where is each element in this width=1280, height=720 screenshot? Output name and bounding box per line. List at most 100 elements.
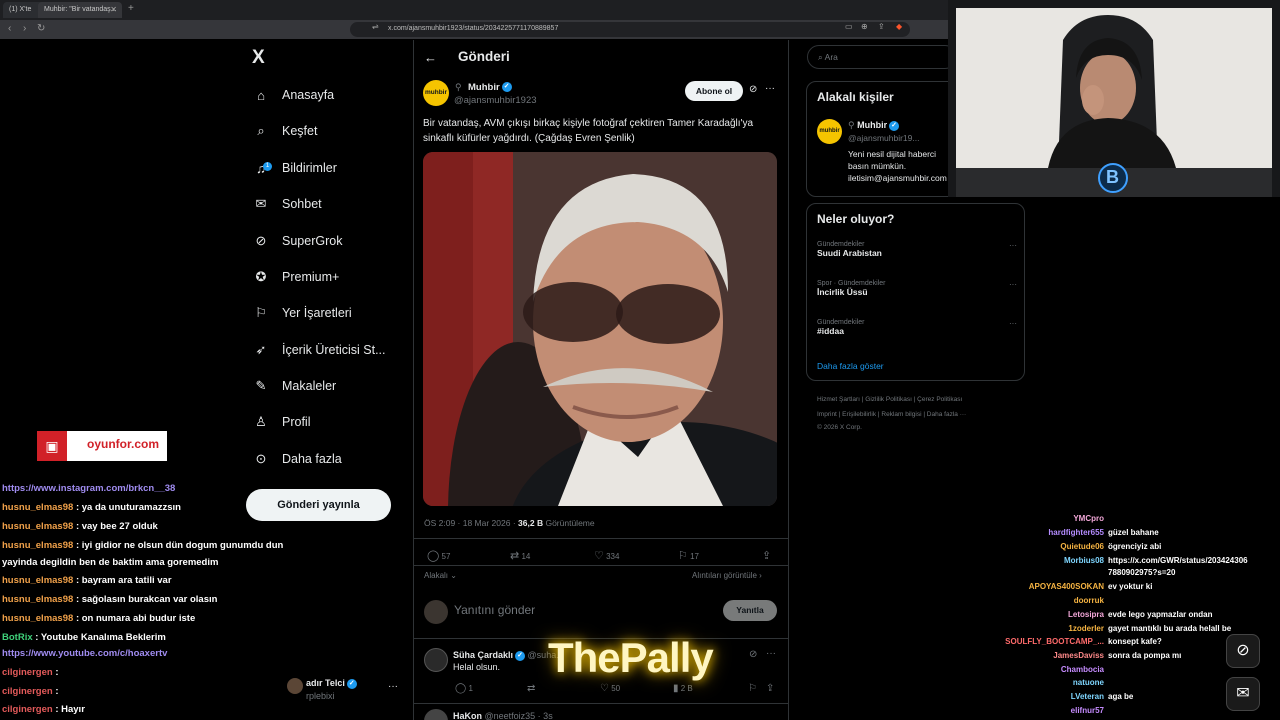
browser-tab-muhbir[interactable]: Muhbir: "Bir vatandaş... ✕ [38, 2, 122, 18]
related-avatar[interactable]: muhbir [817, 119, 842, 144]
nav-item-creator-studio[interactable]: ➶ İçerik Üreticisi St... [252, 338, 386, 362]
chat-user: husnu_elmas98 [2, 613, 74, 624]
cast-icon[interactable]: ▭ [845, 22, 853, 31]
trend-item[interactable]: Gündemdekiler #iddaa ··· [817, 319, 1017, 336]
chat-user: hardfighter655 [1048, 528, 1104, 537]
related-name[interactable]: ⚲ Muhbir ✓ [848, 120, 900, 131]
post-button[interactable]: Gönderi yayınla [246, 489, 391, 521]
nav-item-profile[interactable]: ♙ Profil [252, 410, 310, 434]
post-time[interactable]: ÖS 2:09 · 18 Mar 2026 · [424, 518, 516, 528]
nav-item-articles[interactable]: ✎ Makaleler [252, 374, 337, 398]
grok-icon[interactable]: ⊘ [749, 649, 757, 660]
chat-user: Chambocia [1060, 665, 1104, 674]
author-avatar[interactable]: muhbir [423, 80, 449, 106]
chat-message: https://www.instagram.com/brkcn__38 [2, 483, 175, 494]
url-text: x.com/ajansmuhbir1923/status/20342257711… [388, 25, 559, 32]
chat-link[interactable]: https://www.youtube.com/c/hoaxertv [2, 648, 167, 659]
affiliate-icon: ⚲ [848, 120, 858, 130]
reply-button[interactable]: Yanıtla [723, 600, 777, 621]
back-arrow-icon[interactable]: ← [424, 50, 437, 65]
card-title: Neler oluyor? [817, 212, 895, 226]
share-icon[interactable]: ⇪ [762, 549, 771, 562]
nav-item-notifications[interactable]: ♫ 1 Bildirimler [252, 156, 337, 180]
site-info-icon[interactable]: ⇌ [372, 22, 379, 31]
address-bar[interactable]: x.com/ajansmuhbir1923/status/20342257711… [350, 22, 910, 37]
nav-item-more[interactable]: ⊙ Daha fazla [252, 447, 342, 471]
sort-dropdown[interactable]: Alakalı ⌄ [424, 571, 457, 580]
more-dots-icon[interactable]: ··· [388, 681, 398, 692]
more-dots-icon[interactable]: ··· [1009, 241, 1017, 250]
zoom-icon[interactable]: ⊕ [861, 22, 868, 31]
grok-icon[interactable]: ⊘ [749, 84, 757, 95]
nav-item-explore[interactable]: ⌕ Keşfet [252, 119, 317, 143]
chat-message: husnu_elmas98 : vay bee 27 olduk [2, 521, 158, 532]
more-dots-icon[interactable]: ··· [765, 83, 775, 94]
reply-author-name-text: Süha Çardaklı [453, 650, 514, 660]
bookmark-action[interactable]: ⚐ 17 [678, 549, 699, 562]
views-action[interactable]: ▮ 2 B [673, 683, 693, 694]
heart-icon: ♡ [600, 683, 609, 694]
nav-item-label: Premium+ [282, 270, 340, 284]
grok-button[interactable]: ⊘ [1226, 634, 1260, 668]
reply-author-avatar[interactable] [424, 648, 448, 672]
messages-button[interactable]: ✉ [1226, 677, 1260, 711]
reload-icon[interactable]: ↻ [37, 23, 45, 34]
brave-shield-icon[interactable]: ◆ [896, 22, 902, 31]
streamer-watermark: ThePally [548, 634, 714, 681]
footer-links[interactable]: Imprint | Erişilebilirlik | Reklam bilgi… [817, 411, 966, 418]
chat-text: : [55, 686, 59, 697]
nav-item-label: Daha fazla [282, 452, 342, 466]
show-more-link[interactable]: Daha fazla göster [817, 361, 884, 371]
share-icon[interactable]: ⇪ [878, 22, 885, 31]
like-count: 334 [606, 552, 620, 561]
share-icon[interactable]: ⇪ [766, 683, 774, 694]
more-dots-icon[interactable]: ··· [1009, 319, 1017, 328]
author-handle[interactable]: @ajansmuhbir1923 [454, 95, 537, 106]
trend-item[interactable]: Spor · Gündemdekiler İncirlik Üssü ··· [817, 280, 1017, 297]
more-dots-icon[interactable]: ··· [1009, 280, 1017, 289]
trend-item[interactable]: Gündemdekiler Suudi Arabistan ··· [817, 241, 1017, 258]
forward-arrow-icon[interactable]: › [23, 23, 26, 34]
bookmark-icon[interactable]: ⚐ [748, 683, 757, 694]
account-avatar[interactable] [287, 678, 303, 694]
like-action[interactable]: ♡ 334 [594, 549, 619, 562]
reply-action[interactable]: ◯ 57 [427, 549, 450, 562]
trend-name: Suudi Arabistan [817, 248, 882, 258]
reply-author-avatar[interactable] [424, 709, 448, 720]
column-divider [788, 40, 789, 720]
reply-input[interactable]: Yanıtını gönder [454, 603, 535, 617]
account-name-text: adır Telci [306, 678, 345, 688]
nav-item-bookmarks[interactable]: ⚐ Yer İşaretleri [252, 301, 352, 325]
repost-action[interactable]: ⇄ 14 [510, 549, 530, 562]
author-name[interactable]: Muhbir ✓ [468, 82, 512, 93]
reply-action[interactable]: ◯ 1 [455, 683, 473, 694]
post-meta: ÖS 2:09 · 18 Mar 2026 · 36,2 B Görüntüle… [424, 518, 595, 528]
new-tab-button[interactable]: + [128, 3, 134, 14]
nav-item-supergrok[interactable]: ⊘ SuperGrok [252, 229, 343, 253]
close-icon[interactable]: ✕ [110, 5, 117, 14]
repost-icon[interactable]: ⇄ [527, 683, 535, 694]
reply-icon: ◯ [455, 683, 467, 694]
like-action[interactable]: ♡ 50 [600, 683, 620, 694]
card-title: Alakalı kişiler [817, 90, 894, 104]
webcam-feed: B [948, 0, 1280, 197]
back-arrow-icon[interactable]: ‹ [8, 23, 11, 34]
view-quotes-link[interactable]: Alıntıları görüntüle › [692, 571, 762, 580]
tab-label: (1) X'te [9, 6, 32, 13]
repost-count: 14 [521, 552, 531, 561]
nav-item-chat[interactable]: ✉ Sohbet [252, 192, 322, 216]
nav-item-premium[interactable]: ✪ Premium+ [252, 265, 340, 289]
chat-link[interactable]: https://www.instagram.com/brkcn__38 [2, 483, 175, 494]
more-dots-icon[interactable]: ··· [766, 648, 776, 659]
follow-button[interactable]: Abone ol [685, 81, 743, 101]
nav-item-home[interactable]: ⌂ Anasayfa [252, 83, 334, 107]
x-logo[interactable]: X [252, 47, 265, 69]
search-input[interactable]: ⌕ Ara [807, 45, 957, 69]
account-name[interactable]: adır Telci ✓ [306, 678, 357, 689]
post-photo[interactable] [423, 152, 777, 506]
post-views: 36,2 B [518, 518, 544, 528]
footer-links[interactable]: Hizmet Şartları | Gizlilik Politikası | … [817, 396, 962, 403]
reply-author-name-text: HaKon [453, 711, 482, 720]
views-count: 2 B [680, 684, 693, 693]
reply-author-name[interactable]: HaKon @neetfoiz35 · 3s [453, 711, 553, 720]
